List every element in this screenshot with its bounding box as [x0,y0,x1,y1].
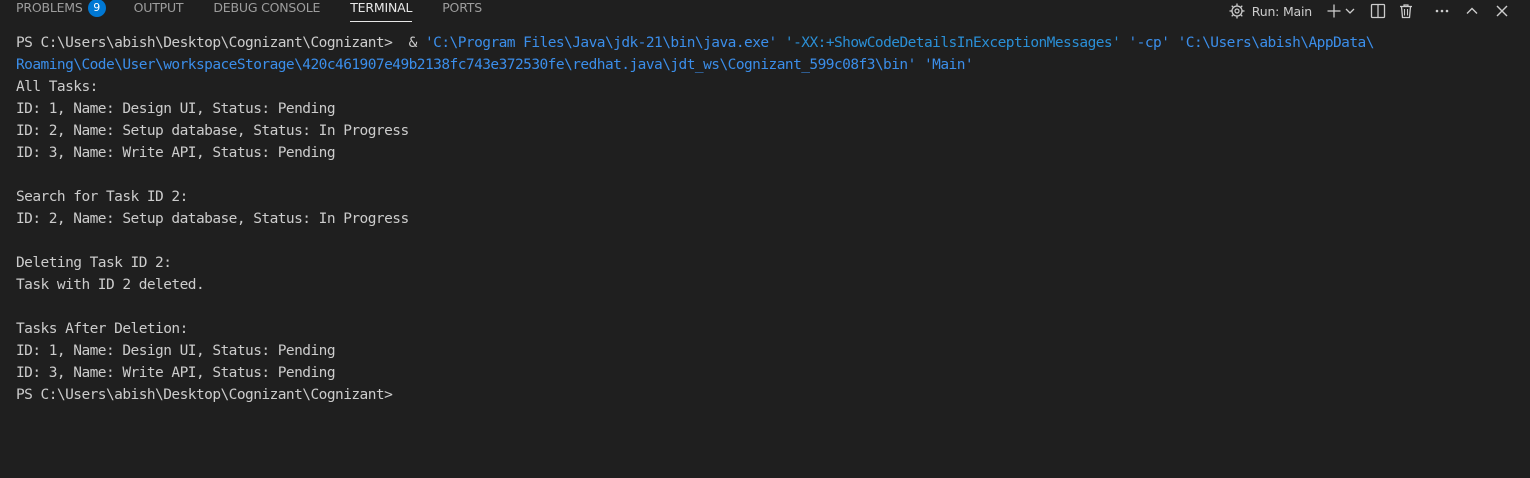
java-exe-path: 'C:\Program Files\Java\jdk-21\bin\java.e… [425,35,777,51]
split-terminal-button[interactable] [1370,2,1386,20]
output-line: ID: 3, Name: Write API, Status: Pending [16,365,336,381]
main-class-arg: 'Main' [923,57,974,73]
tab-output-label: OUTPUT [133,0,184,15]
terminal-prompt: PS C:\Users\abish\Desktop\Cognizant\Cogn… [16,35,401,51]
terminal-profile-dropdown[interactable] [1344,2,1356,20]
trash-icon [1398,3,1414,19]
tab-ports[interactable]: PORTS [442,0,482,22]
classpath-flag: '-cp' [1128,35,1170,51]
output-line: Search for Task ID 2: [16,189,188,205]
jvm-flag: '-XX:+ShowCodeDetailsInExceptionMessages… [784,35,1121,51]
debug-gear-icon [1228,2,1246,20]
tab-problems-label: PROBLEMS [16,0,83,15]
tab-problems[interactable]: PROBLEMS 9 [16,0,106,22]
output-line: ID: 2, Name: Setup database, Status: In … [16,211,409,227]
split-icon [1370,3,1386,19]
tab-terminal[interactable]: TERMINAL [350,0,412,22]
tab-ports-label: PORTS [442,0,482,15]
output-line: Task with ID 2 deleted. [16,277,205,293]
final-prompt-line: PS C:\Users\abish\Desktop\Cognizant\Cogn… [16,384,1516,406]
kill-terminal-button[interactable] [1398,2,1414,20]
terminal-output[interactable]: PS C:\Users\abish\Desktop\Cognizant\Cogn… [16,32,1516,406]
panel-actions: Run: Main [1228,0,1530,22]
output-line: ID: 2, Name: Setup database, Status: In … [16,123,409,139]
command-line: PS C:\Users\abish\Desktop\Cognizant\Cogn… [16,32,1516,54]
tab-debug-console[interactable]: DEBUG CONSOLE [213,0,320,22]
output-line: All Tasks: [16,79,98,95]
problems-count-badge: 9 [87,0,106,17]
command-line-wrap: Roaming\Code\User\workspaceStorage\420c4… [16,54,1516,76]
output-line: ID: 3, Name: Write API, Status: Pending [16,145,336,161]
maximize-panel-button[interactable] [1464,2,1480,20]
ellipsis-icon [1434,3,1450,19]
output-line: ID: 1, Name: Design UI, Status: Pending [16,343,336,359]
new-terminal-button[interactable] [1326,2,1342,20]
output-line: ID: 1, Name: Design UI, Status: Pending [16,101,336,117]
close-panel-button[interactable] [1494,2,1510,20]
terminal-prompt: PS C:\Users\abish\Desktop\Cognizant\Cogn… [16,387,393,403]
run-main-button[interactable]: Run: Main [1228,2,1312,20]
classpath-path-part2: Roaming\Code\User\workspaceStorage\420c4… [16,57,916,73]
tab-debug-console-label: DEBUG CONSOLE [213,0,321,15]
close-icon [1494,3,1510,19]
plus-icon [1326,3,1342,19]
output-line: Tasks After Deletion: [16,321,188,337]
run-main-label: Run: Main [1251,3,1312,19]
chevron-up-icon [1464,3,1480,19]
chevron-down-icon [1344,5,1356,17]
call-operator: & [400,35,425,51]
output-line: Deleting Task ID 2: [16,255,172,271]
classpath-path-part1: 'C:\Users\abish\AppData\ [1177,35,1375,51]
tab-terminal-label: TERMINAL [350,0,413,15]
tab-output[interactable]: OUTPUT [134,0,184,22]
more-actions-button[interactable] [1434,2,1450,20]
